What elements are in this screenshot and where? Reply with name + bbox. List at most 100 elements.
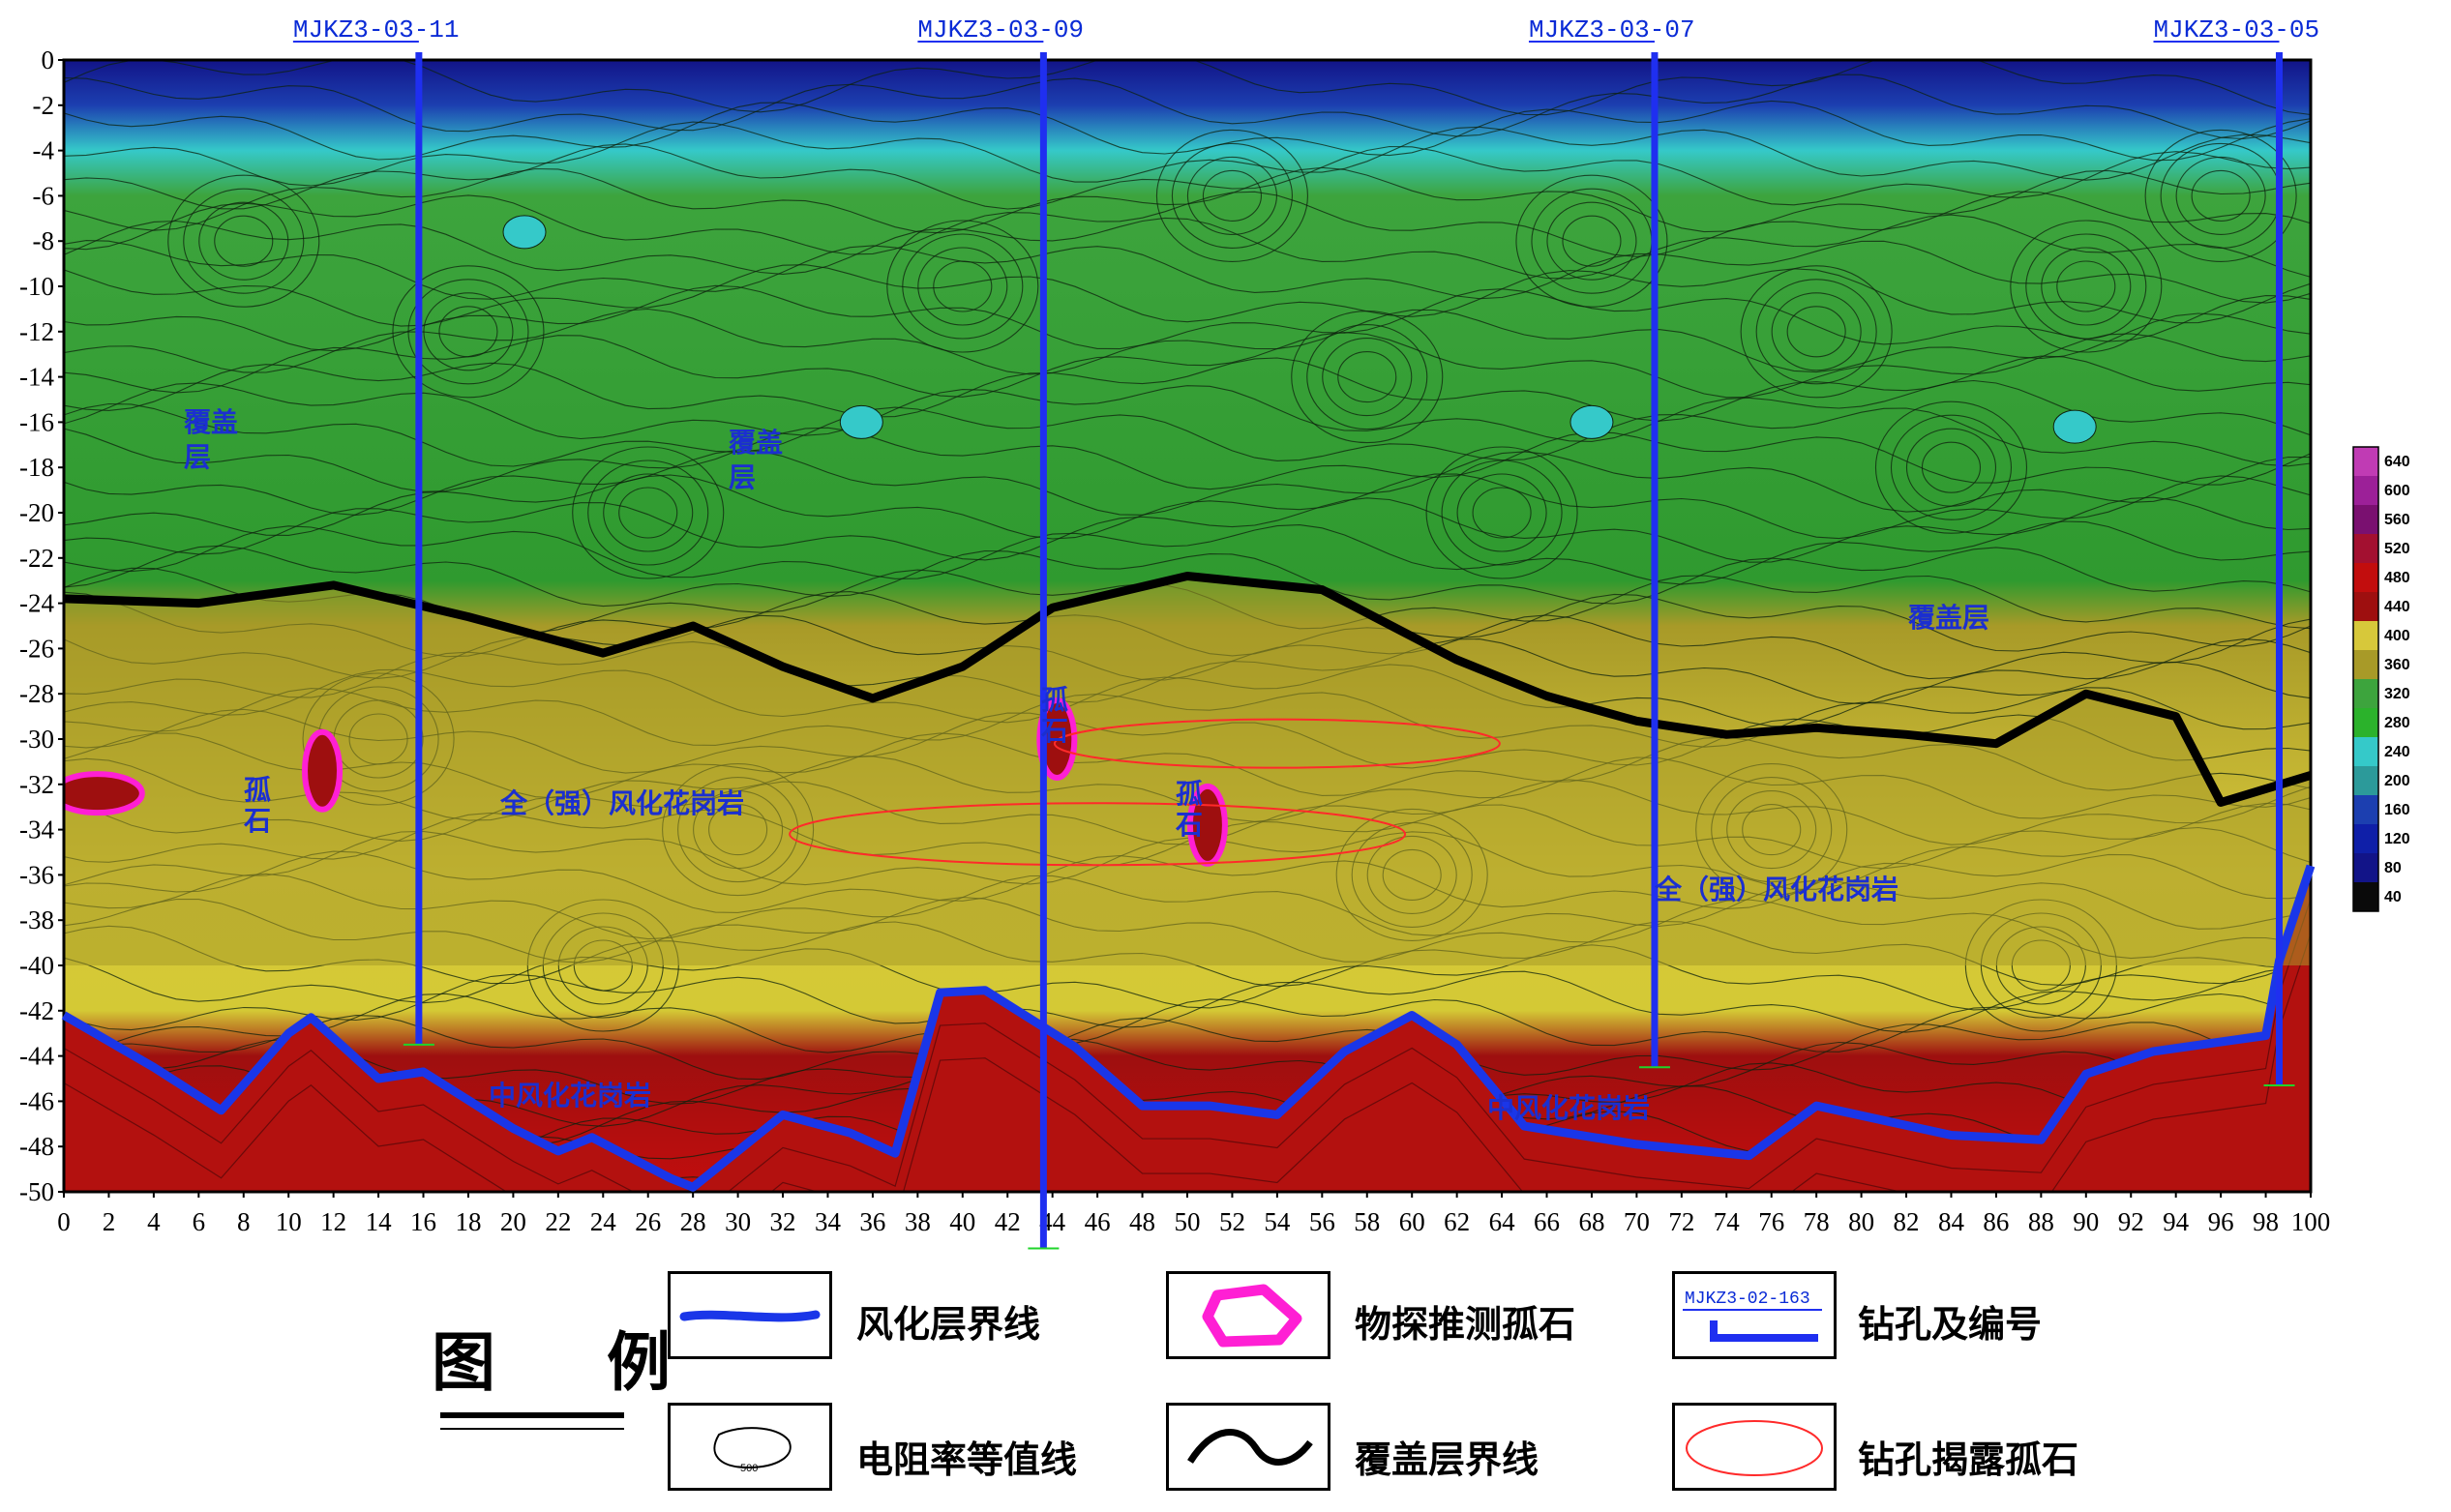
y-tick-label: -20 <box>19 498 54 527</box>
x-tick-label: 36 <box>859 1207 885 1236</box>
colorbar-swatch <box>2353 505 2378 535</box>
y-tick-label: 0 <box>42 45 55 74</box>
colorbar-swatch <box>2353 708 2378 738</box>
x-tick-label: 28 <box>680 1207 706 1236</box>
borehole-label: MJKZ3-03-11 <box>293 15 460 44</box>
x-tick-label: 24 <box>590 1207 617 1236</box>
colorbar-swatch <box>2353 795 2378 825</box>
x-tick-label: 48 <box>1129 1207 1155 1236</box>
colorbar: 640 600 560 520 480 440 400 360 320 280 240 200 160 1… <box>2352 446 2410 912</box>
y-tick-label: -22 <box>19 544 54 573</box>
x-tick-label: 2 <box>103 1207 116 1236</box>
y-tick-label: -28 <box>19 679 54 708</box>
y-tick-label: -48 <box>19 1132 54 1161</box>
x-tick-label: 74 <box>1714 1207 1741 1236</box>
x-tick-label: 98 <box>2253 1207 2279 1236</box>
x-tick-label: 86 <box>1983 1207 2009 1236</box>
legend-resistivity-line-swatch: 500 <box>668 1403 832 1491</box>
colorbar-label: 200 <box>2384 773 2410 789</box>
high-resistivity-spot <box>839 404 883 439</box>
colorbar-label: 400 <box>2384 628 2410 644</box>
x-tick-label: 0 <box>57 1207 71 1236</box>
y-tick-label: -38 <box>19 905 54 934</box>
colorbar-swatch <box>2353 563 2378 593</box>
y-tick-label: -36 <box>19 860 54 889</box>
borehole-label: MJKZ3-03-09 <box>917 15 1084 44</box>
colorbar-label: 640 <box>2384 454 2410 470</box>
colorbar-swatch <box>2353 592 2378 622</box>
boulder-label: 孤 <box>244 774 271 806</box>
y-tick-label: -24 <box>19 589 54 618</box>
cover-layer-label: 覆盖层 <box>1907 602 1989 634</box>
weathered-granite-label: 全（强）风化花岗岩 <box>1654 874 1898 905</box>
x-tick-label: 20 <box>500 1207 526 1236</box>
colorbar-swatch <box>2353 679 2378 709</box>
colorbar-swatch <box>2353 447 2378 477</box>
legend-weathering-line-swatch <box>668 1271 832 1359</box>
colorbar-label: 240 <box>2384 744 2410 760</box>
legend-resistivity-sample-text: 500 <box>740 1463 758 1474</box>
geophys-boulder <box>64 771 145 816</box>
colorbar-swatch <box>2353 824 2378 854</box>
x-tick-label: 42 <box>995 1207 1021 1236</box>
y-tick-label: -6 <box>33 181 55 210</box>
x-tick-label: 92 <box>2118 1207 2144 1236</box>
y-tick-label: -2 <box>33 91 55 120</box>
y-tick-label: -12 <box>19 317 54 346</box>
x-tick-label: 80 <box>1848 1207 1874 1236</box>
x-tick-label: 96 <box>2208 1207 2234 1236</box>
legend-drilled-boulder-label: 钻孔揭露孤石 <box>1858 1438 2079 1481</box>
x-tick-label: 52 <box>1219 1207 1245 1236</box>
x-tick-label: 56 <box>1309 1207 1335 1236</box>
x-tick-label: 70 <box>1624 1207 1650 1236</box>
y-tick-label: -8 <box>33 226 55 255</box>
x-tick-label: 8 <box>237 1207 251 1236</box>
cover-layer-label: 层 <box>729 461 756 493</box>
colorbar-label: 440 <box>2384 599 2410 615</box>
boulder-label: 石 <box>243 805 271 837</box>
colorbar-label: 320 <box>2384 686 2410 702</box>
y-tick-label: -18 <box>19 453 54 482</box>
y-tick-label: -44 <box>19 1042 54 1071</box>
y-tick-label: -26 <box>19 634 54 663</box>
colorbar-label: 160 <box>2384 802 2410 818</box>
x-tick-label: 88 <box>2028 1207 2054 1236</box>
x-tick-label: 26 <box>635 1207 661 1236</box>
colorbar-swatch <box>2353 853 2378 883</box>
colorbar-label: 480 <box>2384 570 2410 586</box>
x-tick-label: 14 <box>366 1207 393 1236</box>
colorbar-swatch <box>2353 621 2378 651</box>
borehole-label: MJKZ3-03-07 <box>1529 15 1695 44</box>
medium-granite-label: 中风化花岗岩 <box>489 1080 651 1112</box>
geophys-boulder <box>302 728 344 813</box>
x-tick-label: 58 <box>1354 1207 1380 1236</box>
x-tick-label: 4 <box>147 1207 161 1236</box>
legend-cover-line-label: 覆盖层界线 <box>1355 1438 1539 1481</box>
legend-geophys-boulder-label: 物探推测孤石 <box>1355 1303 1576 1346</box>
x-tick-label: 100 <box>2291 1207 2331 1236</box>
boulder-label: 孤 <box>1176 778 1203 810</box>
colorbar-label: 600 <box>2384 483 2410 499</box>
x-tick-label: 18 <box>455 1207 481 1236</box>
high-resistivity-spot <box>502 215 547 250</box>
boulder-label: 孤 <box>1041 684 1068 716</box>
x-tick-label: 66 <box>1534 1207 1560 1236</box>
x-tick-label: 40 <box>949 1207 975 1236</box>
colorbar-label: 280 <box>2384 715 2410 731</box>
legend-drilled-boulder-swatch <box>1672 1403 1837 1491</box>
x-tick-label: 38 <box>905 1207 931 1236</box>
legend-underline <box>440 1412 624 1418</box>
x-tick-label: 76 <box>1758 1207 1784 1236</box>
boulder-label: 石 <box>1175 809 1203 841</box>
legend-borehole-label: 钻孔及编号 <box>1858 1303 2043 1346</box>
x-tick-label: 60 <box>1399 1207 1425 1236</box>
x-tick-label: 12 <box>320 1207 346 1236</box>
colorbar-label: 360 <box>2384 657 2410 673</box>
colorbar-swatch <box>2353 882 2378 912</box>
legend-underline-thin <box>440 1428 624 1430</box>
colorbar-swatch <box>2353 476 2378 506</box>
x-tick-label: 64 <box>1489 1207 1516 1236</box>
x-tick-label: 46 <box>1085 1207 1111 1236</box>
cover-layer-label: 层 <box>184 441 211 473</box>
cover-layer-label: 覆盖 <box>183 406 238 438</box>
